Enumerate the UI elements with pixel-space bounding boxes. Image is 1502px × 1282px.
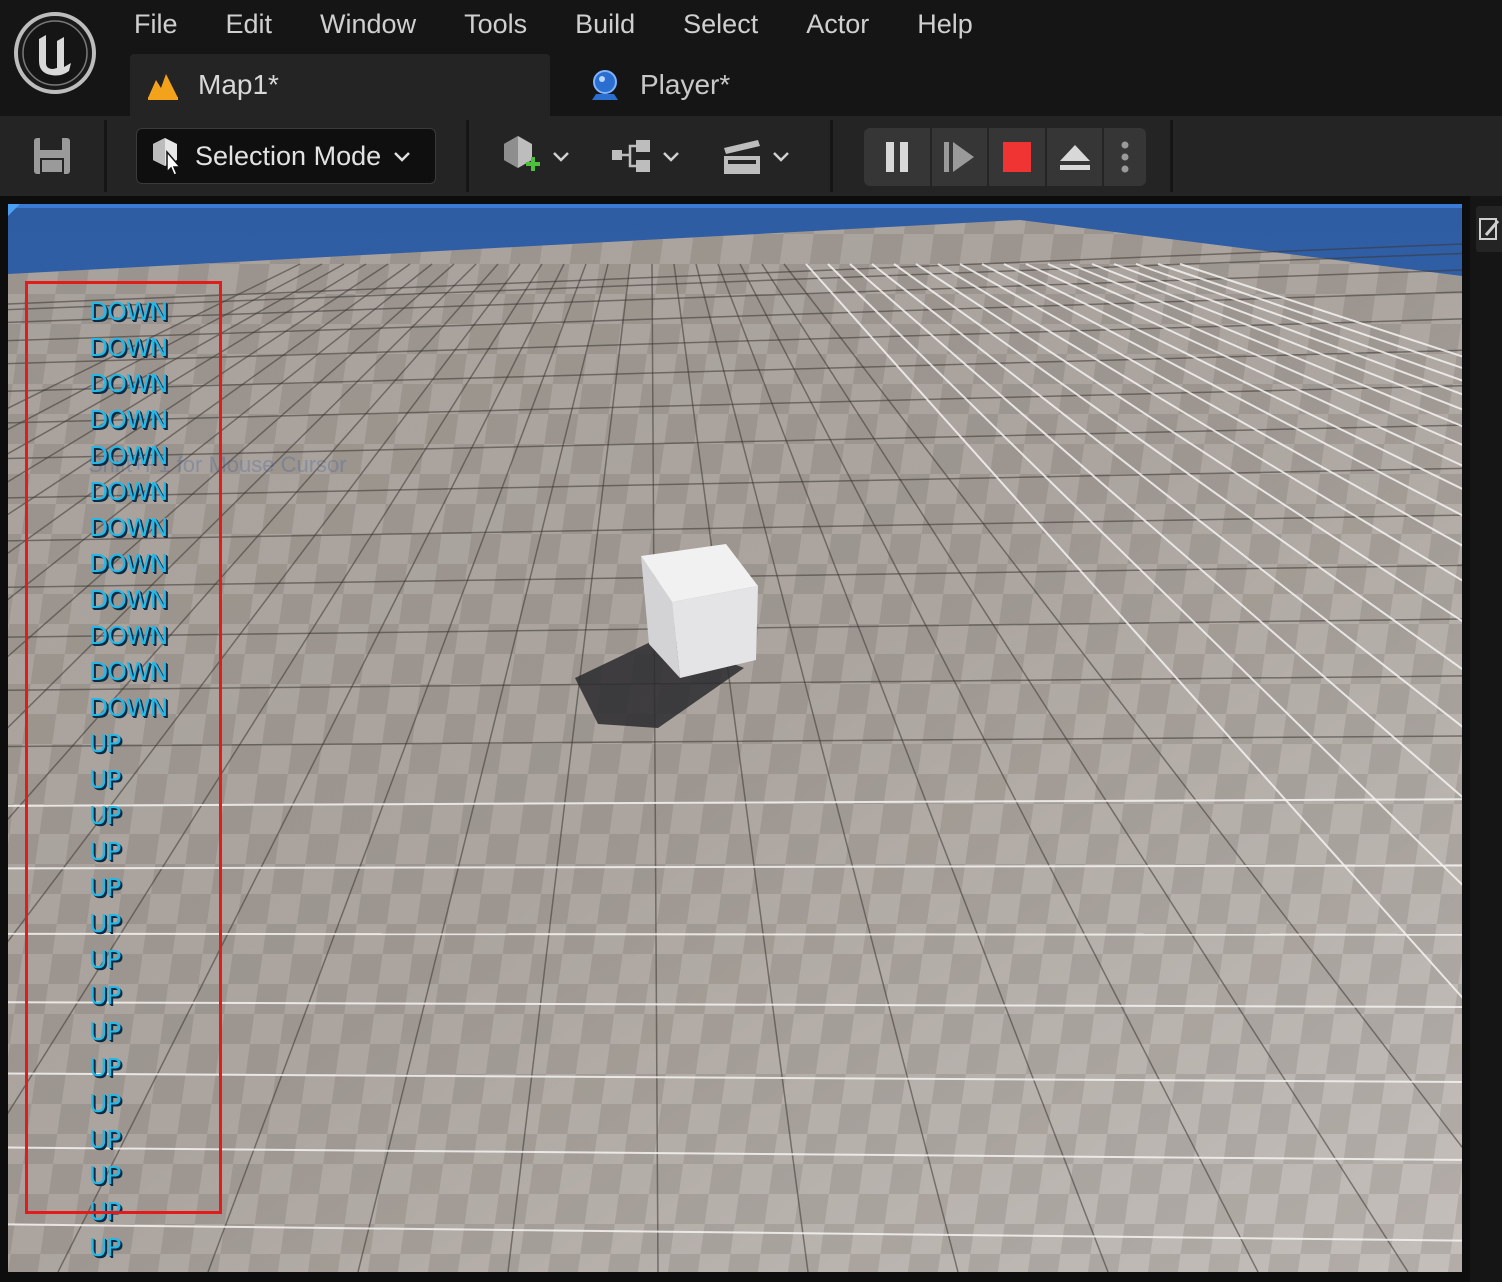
tab-label: Player* (640, 69, 731, 100)
selection-mode-dropdown[interactable]: Selection Mode (136, 128, 436, 184)
tab-map1[interactable]: Map1* (130, 54, 550, 116)
toolbar-separator (1170, 120, 1173, 192)
blueprint-button[interactable] (610, 130, 682, 182)
menu-help[interactable]: Help (893, 0, 997, 48)
details-tab[interactable] (1476, 206, 1502, 252)
level-map-icon (148, 74, 178, 100)
blueprint-pawn-icon (592, 70, 618, 100)
toolbar-separator (104, 120, 107, 192)
title-bar: File Edit Window Tools Build Select Actor Help … (0, 0, 1502, 116)
blueprint-icon (612, 140, 650, 172)
tab-player[interactable]: Player* (550, 54, 850, 116)
cinematics-icon (724, 140, 760, 174)
stop-button[interactable] (989, 128, 1047, 186)
log-line: UP (89, 1233, 121, 1262)
skip-frame-button[interactable] (932, 128, 990, 186)
toolbar-separator (466, 120, 469, 192)
menu-actor[interactable]: Actor (782, 0, 893, 48)
stop-icon (1002, 142, 1031, 172)
add-actor-button[interactable] (500, 130, 572, 182)
selection-mode-icon (153, 138, 182, 176)
eject-button[interactable] (1047, 128, 1105, 186)
details-panel-edge (1470, 196, 1502, 1282)
menu-build[interactable]: Build (551, 0, 659, 48)
chevron-down-icon (773, 152, 789, 162)
more-options-icon (1121, 141, 1129, 173)
play-controls (864, 128, 1146, 186)
chevron-down-icon (663, 152, 679, 162)
document-tabs: Map1* Player* (130, 54, 850, 116)
add-actor-icon (504, 136, 540, 171)
toolbar-separator (830, 120, 833, 192)
chevron-down-icon (553, 152, 569, 162)
pause-button[interactable] (864, 128, 932, 186)
menu-select[interactable]: Select (659, 0, 782, 48)
edit-icon (1479, 218, 1500, 240)
skip-frame-icon (944, 142, 975, 172)
chevron-down-icon (394, 152, 411, 162)
highlight-box (25, 281, 222, 1214)
menu-file[interactable]: File (110, 0, 202, 48)
cinematics-button[interactable] (720, 130, 792, 182)
tab-label: Map1* (198, 69, 279, 100)
menu-edit[interactable]: Edit (202, 0, 297, 48)
main-toolbar: Selection Mode (0, 116, 1502, 196)
pause-icon (885, 142, 908, 172)
menu-tools[interactable]: Tools (440, 0, 551, 48)
more-options-button[interactable] (1104, 128, 1146, 186)
eject-icon (1059, 145, 1090, 170)
save-icon[interactable] (28, 134, 76, 178)
menu-bar: File Edit Window Tools Build Select Actor Help (110, 0, 997, 48)
menu-window[interactable]: Window (296, 0, 440, 48)
unreal-engine-logo-icon[interactable] (13, 11, 97, 95)
selection-mode-label: Selection Mode (195, 140, 382, 171)
